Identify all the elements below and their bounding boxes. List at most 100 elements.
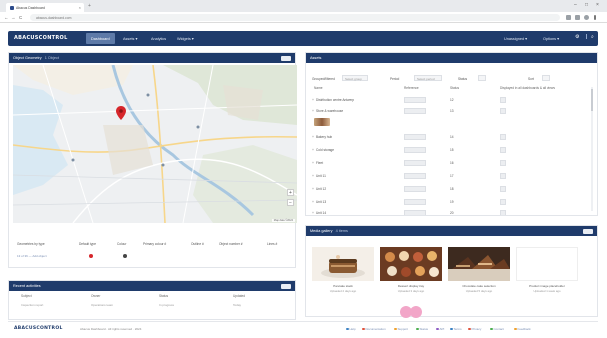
browser-menu-icon[interactable] [594,14,596,20]
table-row[interactable]: + Unit 14 20 [306,209,597,215]
row-checkbox[interactable] [500,160,506,166]
chocolate-cake-photo[interactable] [448,247,510,281]
period-filter-select[interactable]: Select period [414,75,442,81]
extension-icon[interactable] [575,14,580,20]
panel-menu-button[interactable] [281,55,291,61]
browser-tab[interactable]: Abacus Dashboard × [6,3,84,12]
footer-link-privacy[interactable]: Privacy [468,327,481,331]
gallery-card[interactable]: Pancake stack Uploaded 2 days ago [312,247,374,307]
expand-icon[interactable]: + [312,200,314,204]
options-dropdown[interactable]: Options ▾ [543,33,559,44]
address-bar[interactable]: abacus-dashboard.com [30,14,560,21]
panel-menu-button[interactable] [281,283,291,289]
location-marker-icon[interactable] [116,106,126,120]
row-reference-field[interactable] [404,160,426,166]
status-filter-toggle[interactable] [478,75,486,81]
footer-link-help[interactable]: Help [346,327,356,331]
column-header-reference[interactable]: Reference [404,86,419,90]
dessert-tray-photo[interactable] [380,247,442,281]
table-row[interactable]: + Cold storage 15 [306,146,597,156]
gallery-card[interactable]: Dessert display tray Uploaded 3 days ago [380,247,442,307]
table-row[interactable]: + Distribution centre Antwerp 12 [306,96,597,106]
app-logo[interactable]: ABACUSCONTROL [14,35,68,41]
map-view[interactable]: + − Map data ©2024 [13,65,297,223]
sort-filter-toggle[interactable] [542,75,550,81]
column-header-status[interactable]: Status [450,86,459,90]
search-icon[interactable]: ⌕ [591,34,594,40]
footer-link-support[interactable]: Support [394,327,408,331]
footer-link-api[interactable]: API [436,327,444,331]
maximize-icon[interactable]: □ [585,2,588,8]
activities-cell[interactable]: Inspection report [21,303,43,307]
footer-link-contact[interactable]: Contact [490,327,504,331]
table-row[interactable]: + Fleet 16 [306,159,597,169]
footer-link-status[interactable]: Status [416,327,428,331]
row-checkbox[interactable] [500,173,506,179]
food-thumbnail-image[interactable] [314,118,330,126]
pancake-photo[interactable] [312,247,374,281]
back-icon[interactable]: ← [4,15,9,20]
browser-toolbar: ← → C abacus-dashboard.com [0,12,607,23]
zoom-out-button[interactable]: − [287,199,294,206]
nav-assets[interactable]: Assets ▾ [118,33,142,44]
table-row[interactable]: + Store & warehouse 13 [306,107,597,117]
row-checkbox[interactable] [500,210,506,215]
group-filter-select[interactable]: Select group [342,75,368,81]
browser-tab-strip: Abacus Dashboard × + – □ × [0,0,607,12]
table-row[interactable]: + Bakery hub 14 [306,133,597,143]
row-reference-field[interactable] [404,210,426,215]
expand-icon[interactable]: + [312,161,314,165]
row-checkbox[interactable] [500,134,506,140]
reload-icon[interactable]: C [19,15,22,20]
table-row[interactable]: + Unit 13 19 [306,198,597,208]
row-checkbox[interactable] [500,108,506,114]
column-header-displayed[interactable]: Displayed in all dashboards & all views [500,86,555,90]
nav-analytics[interactable]: Analytics [146,33,171,44]
expand-icon[interactable]: + [312,109,314,113]
row-reference-field[interactable] [404,97,426,103]
add-object-link[interactable]: 13 of 36 — Add object [17,254,47,258]
row-checkbox[interactable] [500,199,506,205]
footer-link-terms[interactable]: Terms [450,327,462,331]
footer-link-feedback[interactable]: Feedback [514,327,531,331]
table-row[interactable]: + Unit 11 17 [306,172,597,182]
row-reference-field[interactable] [404,147,426,153]
zoom-in-button[interactable]: + [287,189,294,196]
row-checkbox[interactable] [500,147,506,153]
expand-icon[interactable]: + [312,98,314,102]
row-checkbox[interactable] [500,186,506,192]
minimize-icon[interactable]: – [574,2,577,8]
profile-avatar-icon[interactable] [584,14,589,20]
expand-icon[interactable]: + [312,211,314,215]
link-dot-icon [436,327,439,331]
footer-logo[interactable]: ABACUSCONTROL [14,326,63,331]
unassigned-dropdown[interactable]: Unassigned ▾ [504,33,527,44]
empty-image-placeholder[interactable] [516,247,578,281]
extension-icon[interactable] [566,14,571,20]
tab-close-icon[interactable]: × [79,5,81,10]
gallery-card[interactable]: Chocolate cake selection Uploaded 5 days… [448,247,510,307]
new-tab-icon[interactable]: + [88,3,91,9]
footer-link-documentation[interactable]: Documentation [362,327,386,331]
close-window-icon[interactable]: × [596,2,599,8]
row-checkbox[interactable] [500,97,506,103]
gallery-card[interactable]: Product image placeholder Uploaded 1 wee… [516,247,578,307]
expand-icon[interactable]: + [312,148,314,152]
panel-menu-button[interactable] [583,228,593,234]
row-reference-field[interactable] [404,108,426,114]
app-topbar: ABACUSCONTROL Dashboard Assets ▾ Analyti… [8,31,598,46]
table-scrollbar-thumb[interactable] [591,89,593,111]
expand-icon[interactable]: + [312,174,314,178]
expand-icon[interactable]: + [312,135,314,139]
column-header-name[interactable]: Name [314,86,323,90]
expand-icon[interactable]: + [312,187,314,191]
nav-widgets[interactable]: Widgets ▾ [172,33,199,44]
row-reference-field[interactable] [404,134,426,140]
row-reference-field[interactable] [404,173,426,179]
nav-dashboard[interactable]: Dashboard [86,33,115,44]
forward-icon[interactable]: → [11,15,16,20]
row-reference-field[interactable] [404,186,426,192]
gear-icon[interactable]: ⚙ [575,34,579,40]
row-reference-field[interactable] [404,199,426,205]
table-row[interactable]: + Unit 12 18 [306,185,597,195]
